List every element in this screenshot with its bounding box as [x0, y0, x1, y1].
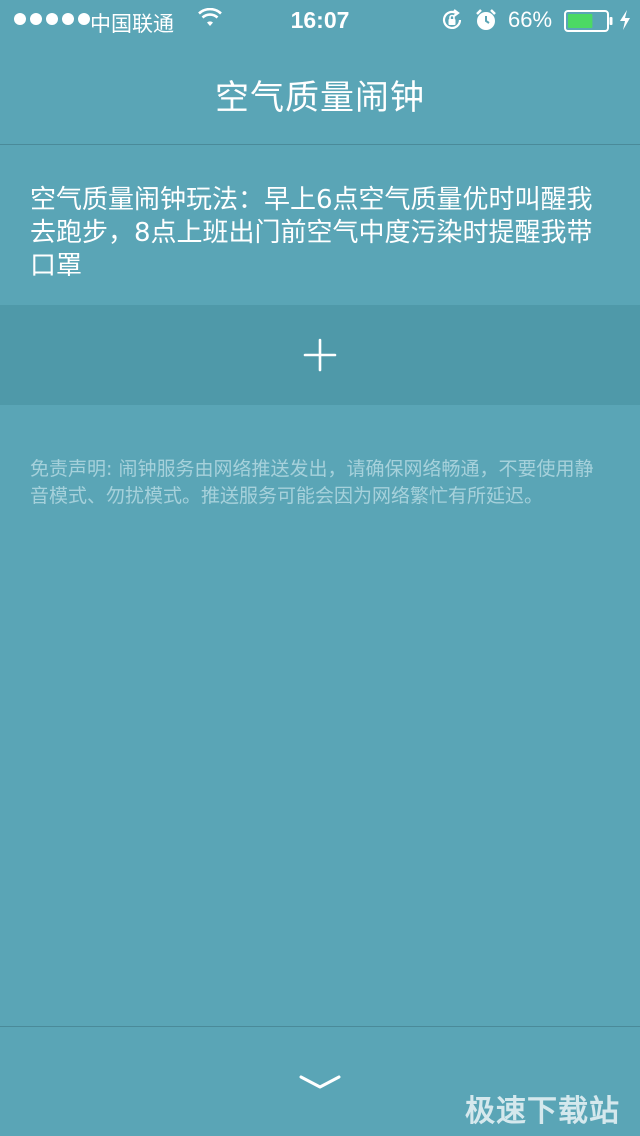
page-title: 空气质量闹钟	[215, 77, 425, 118]
chevron-down-icon	[299, 1075, 341, 1089]
add-alarm-button[interactable]	[0, 305, 640, 405]
battery-percent: 66%	[508, 7, 553, 32]
collapse-button[interactable]	[290, 1060, 350, 1104]
app-screen: 中国联通 16:07 66% 空气质量闹钟 空气质量闹钟玩法：早上6点空气质量优…	[0, 0, 640, 1136]
intro-description: 空气质量闹钟玩法：早上6点空气质量优时叫醒我去跑步，8点上班出门前空气中度污染时…	[30, 185, 593, 281]
rotation-lock-icon	[442, 9, 462, 29]
status-bar: 中国联通 16:07 66%	[0, 0, 640, 40]
plus-icon	[303, 338, 337, 372]
watermark: 极速下载站	[465, 1094, 620, 1129]
disclaimer-text: 免责声明: 闹钟服务由网络推送发出，请确保网络畅通，不要使用静音模式、勿扰模式。…	[30, 458, 594, 507]
alarm-clock-icon	[476, 9, 496, 30]
battery-icon	[564, 10, 613, 32]
nav-bar: 空气质量闹钟	[0, 40, 640, 145]
bottom-divider	[0, 1026, 640, 1027]
charging-bolt-icon	[620, 10, 630, 30]
